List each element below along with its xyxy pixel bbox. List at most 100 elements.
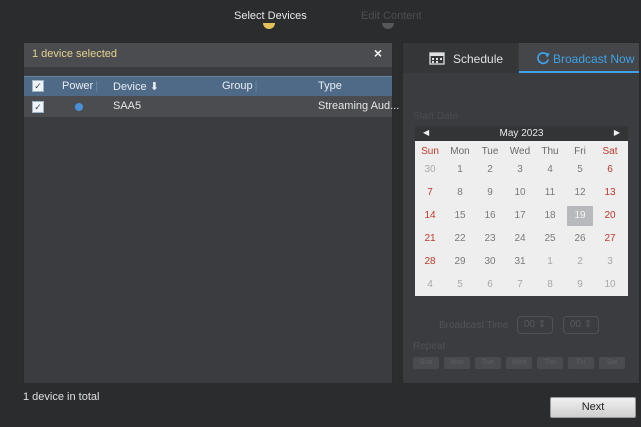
calendar-day[interactable]: 3 — [507, 160, 533, 180]
tab-schedule[interactable]: Schedule — [403, 43, 518, 73]
repeat-label: Repeat — [413, 341, 446, 352]
calendar-day[interactable]: 11 — [537, 183, 563, 203]
calendar-day[interactable]: 13 — [597, 183, 623, 203]
step-indicator-active — [263, 23, 275, 29]
calendar-day[interactable]: 4 — [417, 275, 443, 295]
calendar-day[interactable]: 27 — [597, 229, 623, 249]
selection-bar: 1 device selected × — [24, 43, 392, 67]
calendar-header: ◀ May 2023 ▶ — [415, 126, 628, 141]
minute-stepper[interactable]: 00 ⇕ — [563, 316, 599, 334]
calendar-day[interactable]: 8 — [447, 183, 473, 203]
calendar-day[interactable]: 30 — [417, 160, 443, 180]
close-icon[interactable]: × — [374, 45, 382, 61]
repeat-day-toggle[interactable]: Fri — [568, 357, 594, 369]
repeat-day-toggle[interactable]: Sat — [599, 357, 625, 369]
calendar-day[interactable]: 6 — [477, 275, 503, 295]
column-header-device[interactable]: Device ⬇ — [113, 80, 159, 93]
calendar-day[interactable]: 19 — [567, 206, 593, 226]
calendar-day[interactable]: 8 — [537, 275, 563, 295]
calendar-day[interactable]: 4 — [537, 160, 563, 180]
wizard-steps: Select Devices Edit Content — [0, 0, 641, 30]
column-label-device: Device — [113, 81, 147, 93]
repeat-day-toggle[interactable]: Mon — [444, 357, 470, 369]
step-edit-content[interactable]: Edit Content — [361, 10, 422, 22]
selection-count: 1 device selected — [32, 48, 117, 60]
broadcast-time-label: Broadcast Time — [439, 320, 509, 331]
calendar-day[interactable]: 16 — [477, 206, 503, 226]
sort-down-icon: ⬇ — [149, 81, 159, 93]
hour-stepper[interactable]: 00 ⇕ — [517, 316, 553, 334]
date-picker: ◀ May 2023 ▶ Sun Mon Tue Wed Thu Fri Sat 30 1 2 3 4… — [415, 126, 628, 296]
calendar-day[interactable]: 6 — [597, 160, 623, 180]
calendar-day[interactable]: 22 — [447, 229, 473, 249]
calendar-day[interactable]: 18 — [537, 206, 563, 226]
calendar-day[interactable]: 12 — [567, 183, 593, 203]
table-row[interactable]: ✓ SAA5 Streaming Aud... — [24, 96, 399, 117]
step-select-devices[interactable]: Select Devices — [234, 10, 307, 22]
calendar-day[interactable]: 5 — [447, 275, 473, 295]
day-of-week-header: Thu — [541, 146, 559, 157]
calendar-day[interactable]: 17 — [507, 206, 533, 226]
repeat-day-toggle[interactable]: Thu — [537, 357, 563, 369]
next-button[interactable]: Next — [550, 397, 636, 418]
minute-value: 00 — [569, 319, 581, 330]
day-of-week-header: Wed — [509, 146, 531, 157]
calendar-icon — [429, 51, 445, 68]
repeat-day-toggle[interactable]: Wed — [506, 357, 532, 369]
calendar-day[interactable]: 20 — [597, 206, 623, 226]
column-label-group: Group — [222, 80, 253, 92]
calendar-day[interactable]: 9 — [477, 183, 503, 203]
device-list-panel: 1 device selected × ✓ Power | Device ⬇ Gr… — [23, 42, 399, 384]
calendar-day[interactable]: 23 — [477, 229, 503, 249]
day-of-week-header: Fri — [574, 146, 586, 157]
column-label-power: Power — [62, 80, 94, 92]
device-name: SAA5 — [113, 100, 142, 112]
calendar-day[interactable]: 26 — [567, 229, 593, 249]
device-total: 1 device in total — [23, 391, 100, 403]
repeat-day-toggle[interactable]: Tue — [475, 357, 501, 369]
column-header-type[interactable]: Type — [318, 80, 342, 92]
calendar-day[interactable]: 9 — [567, 275, 593, 295]
tab-broadcast-now[interactable]: Broadcast Now — [519, 43, 639, 73]
start-date-label: Start Date — [413, 111, 459, 122]
calendar-day[interactable]: 29 — [447, 252, 473, 272]
calendar-day[interactable]: 10 — [507, 183, 533, 203]
column-label-type: Type — [318, 80, 342, 92]
calendar-day[interactable]: 30 — [477, 252, 503, 272]
row-checkbox[interactable]: ✓ — [32, 101, 44, 113]
next-month-icon[interactable]: ▶ — [614, 128, 620, 137]
calendar-day[interactable]: 24 — [507, 229, 533, 249]
schedule-panel: Schedule Broadcast Now Start Date ◀ May … — [402, 42, 640, 384]
day-of-week-header: Sat — [602, 146, 618, 157]
device-type: Streaming Aud... — [318, 100, 400, 112]
column-header-power[interactable]: Power | — [62, 80, 98, 92]
calendar-day[interactable]: 1 — [537, 252, 563, 272]
calendar-day[interactable]: 5 — [567, 160, 593, 180]
calendar-day[interactable]: 25 — [537, 229, 563, 249]
select-all-checkbox[interactable]: ✓ — [32, 80, 44, 92]
calendar-day[interactable]: 21 — [417, 229, 443, 249]
calendar-day[interactable]: 3 — [597, 252, 623, 272]
calendar-day[interactable]: 7 — [507, 275, 533, 295]
refresh-icon — [535, 51, 551, 68]
table-header: ✓ Power | Device ⬇ Group | Type — [24, 76, 392, 96]
column-header-group[interactable]: Group | — [222, 80, 257, 92]
calendar-day[interactable]: 28 — [417, 252, 443, 272]
calendar-day[interactable]: 10 — [597, 275, 623, 295]
calendar-day[interactable]: 14 — [417, 206, 443, 226]
calendar-day[interactable]: 31 — [507, 252, 533, 272]
calendar-day[interactable]: 7 — [417, 183, 443, 203]
tab-schedule-label: Schedule — [453, 52, 504, 66]
day-of-week-header: Mon — [450, 146, 470, 157]
tab-broadcast-label: Broadcast Now — [553, 52, 635, 66]
month-year-label[interactable]: May 2023 — [415, 128, 628, 139]
calendar-day[interactable]: 2 — [477, 160, 503, 180]
calendar-day[interactable]: 1 — [447, 160, 473, 180]
calendar-day[interactable]: 2 — [567, 252, 593, 272]
hour-value: 00 — [523, 319, 535, 330]
day-of-week-header: Sun — [421, 146, 439, 157]
power-status-icon — [75, 103, 83, 111]
repeat-day-toggle[interactable]: Sun — [413, 357, 439, 369]
day-of-week-header: Tue — [481, 146, 499, 157]
calendar-day[interactable]: 15 — [447, 206, 473, 226]
